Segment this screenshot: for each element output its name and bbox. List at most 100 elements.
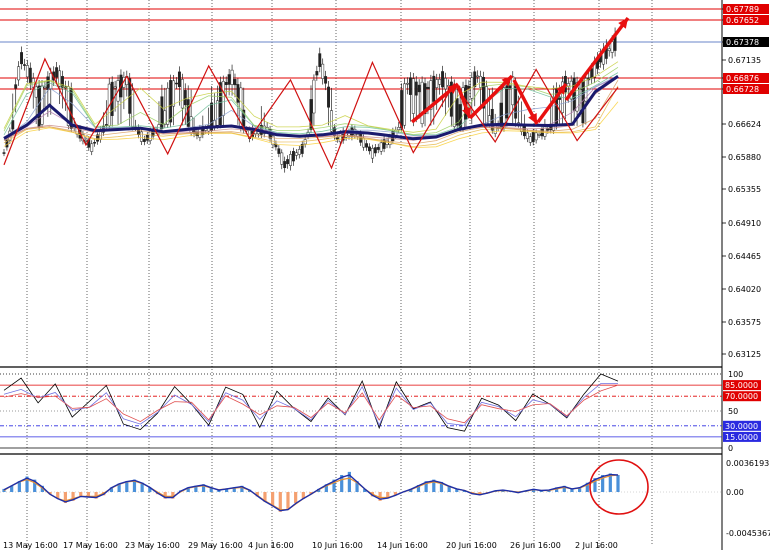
- candle-body: [286, 159, 290, 165]
- candle-body: [224, 82, 228, 85]
- candle-body: [55, 67, 59, 78]
- candle-body: [397, 127, 401, 131]
- candle-body: [292, 151, 295, 162]
- candle-body: [139, 131, 143, 142]
- time-tick-label: 20 Jun 16:00: [446, 541, 497, 550]
- macd-histogram-bar: [616, 474, 620, 492]
- candle-body: [408, 77, 412, 95]
- candle-body: [432, 75, 436, 102]
- candle-body: [93, 142, 97, 144]
- candle-body: [435, 79, 439, 88]
- candle-body: [420, 81, 424, 124]
- main-price-panel: [0, 8, 722, 173]
- candle-body: [177, 71, 181, 87]
- time-axis: 13 May 16:00 17 May 16:00 23 May 16:00 29 M…: [3, 541, 618, 550]
- candle-body: [566, 83, 570, 87]
- macd-tick-label: -0.0045367: [726, 529, 770, 538]
- candle-body: [20, 52, 23, 65]
- time-tick-label: 17 May 16:00: [63, 541, 118, 550]
- candle-body: [14, 84, 18, 89]
- chart-window: 0.67789 0.67652 0.67378 0.67135 0.66876 0.667…: [0, 0, 770, 550]
- price-tag-label: 0.67652: [726, 16, 759, 25]
- candle-body: [376, 147, 380, 150]
- time-tick-label: 29 May 16:00: [188, 541, 243, 550]
- candle-body: [318, 53, 322, 67]
- candle-body: [417, 84, 421, 93]
- candle-body: [487, 115, 491, 125]
- level-tag-label: 30.0000: [725, 422, 758, 431]
- candle-body: [610, 41, 614, 53]
- candle-body: [277, 148, 281, 154]
- candle-body: [312, 79, 316, 114]
- candle-body: [324, 76, 328, 84]
- candle-body: [441, 71, 445, 88]
- macd-histogram-bar: [286, 492, 290, 510]
- grid-layer: [0, 0, 723, 550]
- candle-body: [84, 139, 88, 142]
- stochastic-line: [3, 373, 619, 432]
- price-tag-label: 0.66728: [726, 85, 759, 94]
- candle-body: [183, 90, 187, 106]
- macd-tick-label: 0.00: [726, 488, 744, 497]
- candle-body: [370, 148, 374, 159]
- price-tick-label: 0.65355: [728, 185, 761, 194]
- candle-body: [455, 98, 459, 126]
- candle-body: [379, 142, 383, 152]
- price-tag-label: 0.66876: [726, 74, 759, 83]
- candle-body: [37, 85, 41, 128]
- time-tick-label: 23 May 16:00: [125, 541, 180, 550]
- candle-body: [400, 90, 404, 129]
- candle-body: [180, 79, 184, 109]
- candle-body: [25, 65, 29, 78]
- candle-body: [300, 144, 304, 154]
- candle-body: [280, 152, 284, 165]
- price-tick-label: 0.64020: [728, 285, 761, 294]
- stochastic-panel: [0, 373, 722, 449]
- candle-body: [444, 78, 447, 90]
- candle-body: [403, 83, 407, 126]
- candle-body: [315, 71, 319, 76]
- price-tick-label: 0.65880: [728, 153, 761, 162]
- candle-body: [368, 146, 371, 152]
- macd-histogram-bar: [294, 492, 298, 504]
- macd-panel: [0, 459, 722, 515]
- candle-body: [215, 100, 219, 126]
- candle-body: [607, 48, 611, 51]
- candle-body: [34, 86, 38, 98]
- candle-body: [534, 132, 538, 141]
- candle-body: [23, 64, 26, 66]
- candle-body: [221, 81, 225, 116]
- candle-body: [438, 79, 442, 85]
- candle-body: [327, 86, 330, 108]
- candle-body: [28, 67, 32, 84]
- candle-body: [476, 75, 480, 78]
- candle-body: [321, 63, 325, 79]
- candle-body: [142, 139, 146, 142]
- price-tick-label: 0.63125: [728, 350, 761, 359]
- candle-body: [338, 133, 342, 143]
- candle-body: [406, 82, 409, 85]
- candle-body: [528, 136, 532, 143]
- candle-body: [297, 149, 301, 155]
- candle-body: [303, 139, 307, 145]
- candle-body: [289, 154, 292, 166]
- time-tick-label: 13 May 16:00: [3, 541, 58, 550]
- level-tick-label: 100: [728, 370, 743, 379]
- macd-tick-label: 0.0036193: [726, 459, 769, 468]
- candle-body: [17, 66, 21, 81]
- candle-body: [283, 161, 287, 168]
- candle-body: [43, 86, 47, 89]
- candle-body: [40, 85, 44, 125]
- price-tick-label: 0.64910: [728, 219, 761, 228]
- candle-body: [572, 77, 576, 111]
- price-tag-label: 0.67789: [726, 5, 759, 14]
- candle-body: [502, 87, 506, 129]
- price-tag-label: 0.67378: [726, 38, 759, 47]
- level-tick-label: 50: [728, 407, 738, 416]
- time-tick-label: 4 Jun 16:00: [248, 541, 294, 550]
- candle-body: [175, 82, 178, 85]
- candle-body: [365, 143, 369, 148]
- time-tick-label: 10 Jun 16:00: [312, 541, 363, 550]
- candle-body: [525, 132, 529, 139]
- candle-body: [537, 134, 541, 136]
